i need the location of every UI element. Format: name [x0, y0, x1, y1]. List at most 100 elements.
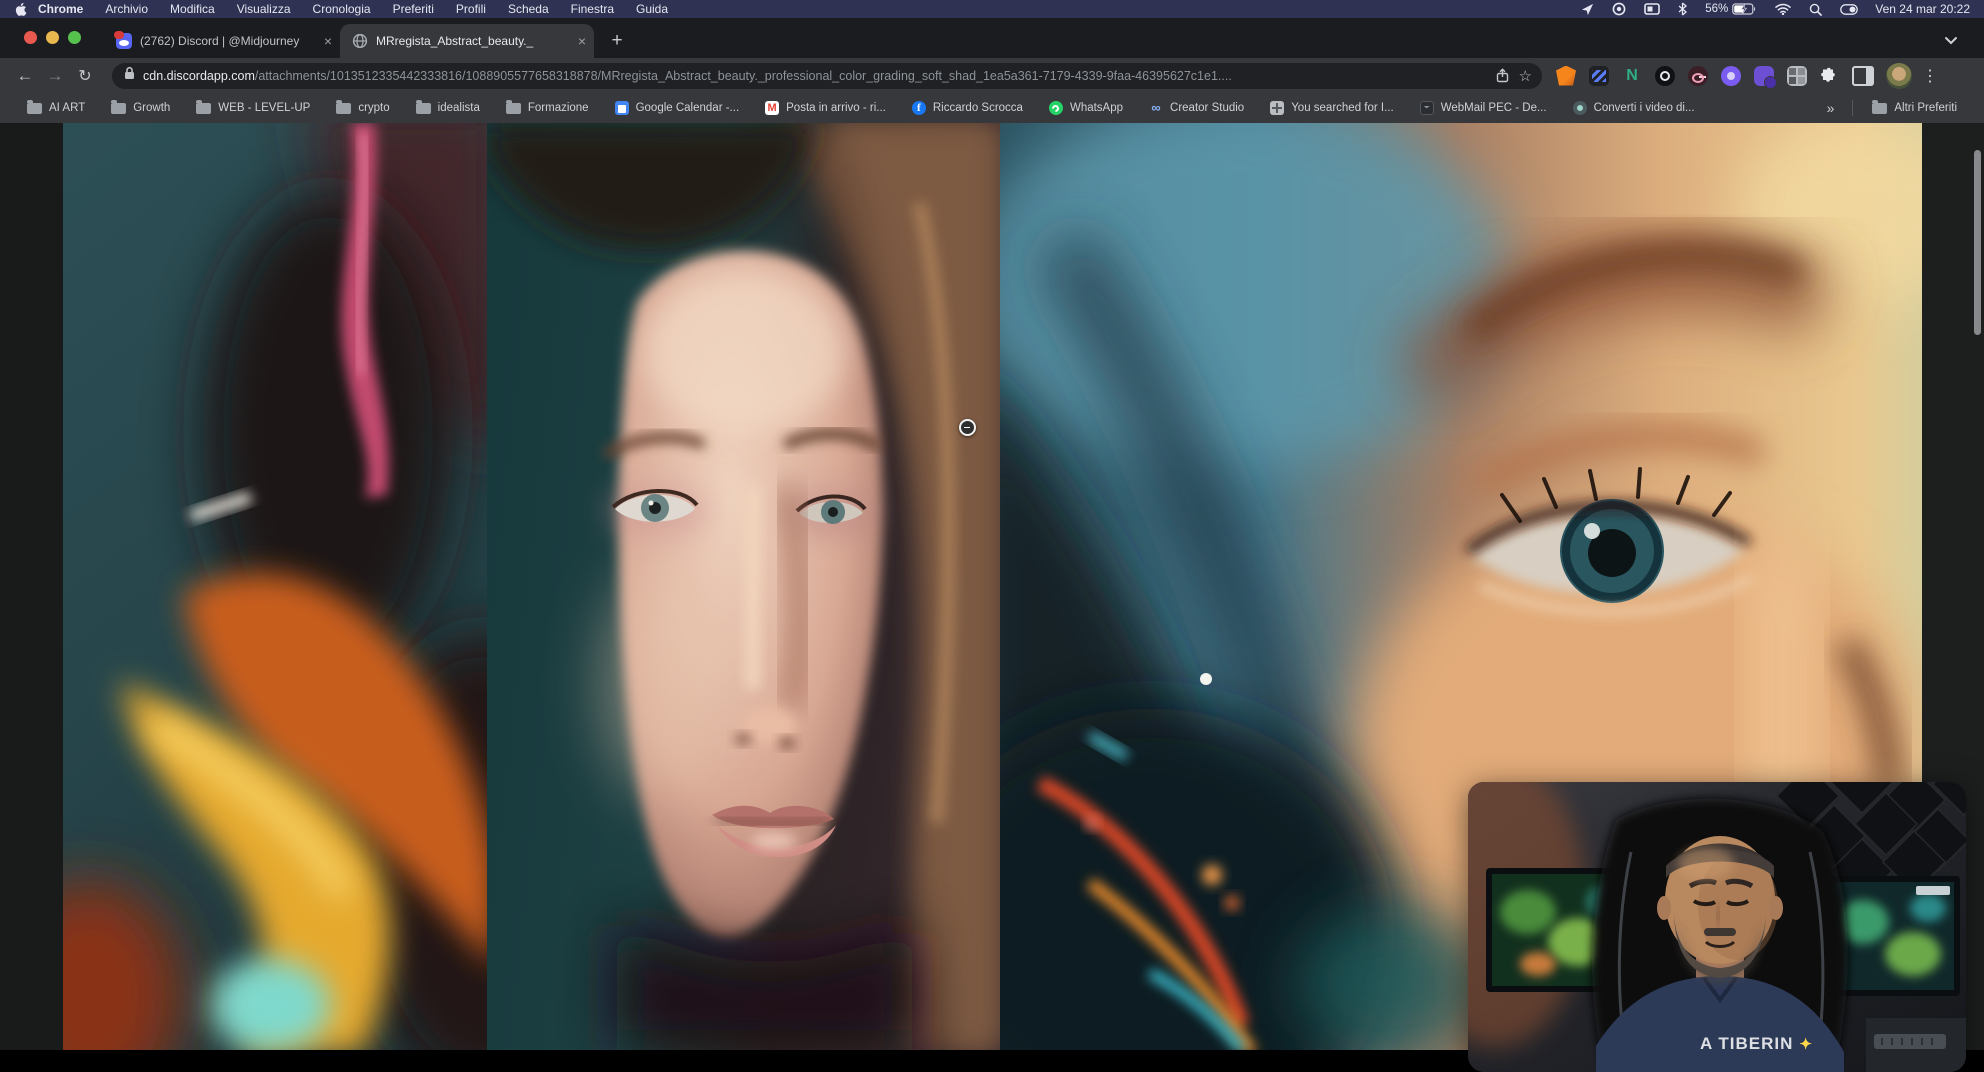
tab-discord[interactable]: (2762) Discord | @Midjourney × — [104, 24, 340, 58]
menubar-clock[interactable]: Ven 24 mar 20:22 — [1867, 2, 1984, 16]
folder-icon — [27, 103, 42, 114]
macos-menu-bar: Chrome Archivio Modifica Visualizza Cron… — [0, 0, 1984, 18]
bookmark-facebook-profile[interactable]: f Riccardo Scrocca — [899, 101, 1036, 115]
blue-waves-extension-icon[interactable] — [1589, 66, 1609, 86]
bookmark-label: Converti i video di... — [1594, 102, 1695, 114]
bookmark-label: Growth — [133, 102, 170, 114]
webcam-overlay: A TIBERIN ✦ — [1468, 782, 1966, 1072]
menu-scheda[interactable]: Scheda — [497, 2, 560, 16]
metamask-fox-icon[interactable] — [1556, 66, 1576, 86]
bookmark-label: AI ART — [49, 102, 85, 114]
black-circle-extension-icon[interactable] — [1655, 66, 1675, 86]
webcam-video-frame — [1468, 782, 1966, 1072]
artwork-panel-abstract — [63, 123, 487, 1050]
whatsapp-icon — [1049, 101, 1063, 115]
bw-grid-extension-icon[interactable] — [1787, 66, 1807, 86]
bookmark-label: crypto — [358, 102, 389, 114]
share-icon[interactable] — [1496, 68, 1509, 83]
bookmark-label: Riccardo Scrocca — [933, 102, 1023, 114]
watermark-partial: A TIBERIN ✦ — [1700, 1034, 1813, 1054]
extensions-puzzle-icon[interactable] — [1820, 67, 1838, 85]
bookmark-google-calendar[interactable]: Google Calendar -... — [602, 101, 753, 115]
watermark-text: A TIBERIN — [1700, 1034, 1793, 1054]
bluetooth-icon[interactable] — [1669, 0, 1696, 18]
bookmark-video-converter[interactable]: Converti i video di... — [1560, 101, 1708, 115]
chrome-toolbar: ← → ↻ cdn.discordapp.com/attachments/101… — [0, 58, 1984, 93]
close-tab-icon[interactable]: × — [576, 33, 594, 49]
bookmark-creator-studio[interactable]: ∞Creator Studio — [1136, 101, 1257, 115]
fullscreen-window-button[interactable] — [68, 31, 81, 44]
watermark-spark-icon: ✦ — [1799, 1035, 1813, 1053]
display-icon[interactable] — [1635, 0, 1669, 18]
grid-icon — [1270, 101, 1284, 115]
menu-modifica[interactable]: Modifica — [159, 2, 226, 16]
bookmark-label: WebMail PEC - De... — [1441, 102, 1547, 114]
bookmark-label: Altri Preferiti — [1894, 102, 1957, 114]
menu-cronologia[interactable]: Cronologia — [302, 2, 382, 16]
folder-icon — [111, 103, 126, 114]
meta-icon: ∞ — [1149, 101, 1163, 115]
tab-title: (2762) Discord | @Midjourney — [140, 34, 316, 48]
side-panel-icon[interactable] — [1852, 66, 1874, 86]
bookmark-folder-crypto[interactable]: crypto — [323, 102, 402, 114]
bookmark-folder-idealista[interactable]: idealista — [403, 102, 493, 114]
tab-search-chevron-icon[interactable] — [1944, 32, 1958, 50]
folder-icon — [506, 103, 521, 114]
reload-button[interactable]: ↻ — [70, 66, 100, 86]
green-n-extension-icon[interactable]: N — [1622, 66, 1642, 86]
menu-visualizza[interactable]: Visualizza — [226, 2, 302, 16]
new-tab-button[interactable]: + — [606, 30, 628, 52]
bookmark-star-icon[interactable]: ☆ — [1519, 67, 1532, 85]
bookmark-whatsapp[interactable]: WhatsApp — [1036, 101, 1136, 115]
lock-icon[interactable] — [124, 66, 135, 85]
bookmark-folder-formazione[interactable]: Formazione — [493, 102, 602, 114]
menubar-status-area: 56% Ven 24 mar 20:22 — [1572, 0, 1984, 18]
wifi-icon[interactable] — [1766, 0, 1800, 18]
menu-archivio[interactable]: Archivio — [94, 2, 159, 16]
apple-menu-icon[interactable] — [14, 2, 27, 17]
tab-image-active[interactable]: MRregista_Abstract_beauty._ × — [340, 24, 594, 58]
screen-record-icon[interactable] — [1603, 0, 1635, 18]
user-switch-icon[interactable] — [1831, 0, 1867, 18]
desk-keyboard — [1866, 1018, 1966, 1072]
battery-indicator[interactable]: 56% — [1696, 0, 1766, 18]
menu-guida[interactable]: Guida — [625, 2, 679, 16]
bookmarks-overflow-chevron[interactable]: » — [1815, 100, 1847, 116]
menu-chrome[interactable]: Chrome — [27, 2, 94, 16]
minimize-window-button[interactable] — [46, 31, 59, 44]
facebook-icon: f — [912, 101, 926, 115]
address-bar[interactable]: cdn.discordapp.com/attachments/101351233… — [112, 63, 1542, 89]
page-scrollbar-thumb[interactable] — [1974, 150, 1981, 335]
bookmark-folder-ai-art[interactable]: AI ART — [14, 102, 98, 114]
close-window-button[interactable] — [24, 31, 37, 44]
other-favorites-folder[interactable]: Altri Preferiti — [1859, 102, 1970, 114]
calendar-icon — [615, 101, 629, 115]
bookmark-webmail-pec[interactable]: WebMail PEC - De... — [1407, 101, 1560, 115]
pink-key-extension-icon[interactable] — [1688, 66, 1708, 86]
bookmark-you-searched[interactable]: You searched for I... — [1257, 101, 1407, 115]
bookmark-label: Posta in arrivo - ri... — [786, 102, 886, 114]
chrome-menu-icon[interactable]: ⋮ — [1922, 66, 1938, 86]
folder-icon — [1872, 103, 1887, 114]
back-button[interactable]: ← — [10, 66, 40, 86]
menu-finestra[interactable]: Finestra — [560, 2, 625, 16]
menu-profili[interactable]: Profili — [445, 2, 497, 16]
forward-button[interactable]: → — [40, 66, 70, 86]
close-tab-icon[interactable]: × — [322, 33, 340, 49]
folder-icon — [336, 103, 351, 114]
purple-stack-badge-extension-icon[interactable] — [1754, 66, 1774, 86]
bookmarks-bar: AI ART Growth WEB - LEVEL-UP crypto idea… — [0, 93, 1984, 123]
purple-circle-extension-icon[interactable] — [1721, 66, 1741, 86]
bookmark-folder-growth[interactable]: Growth — [98, 102, 183, 114]
bookmark-label: idealista — [438, 102, 480, 114]
menu-preferiti[interactable]: Preferiti — [382, 2, 445, 16]
page-margin-left — [0, 123, 63, 1050]
bookmark-label: Google Calendar -... — [636, 102, 740, 114]
spotlight-search-icon[interactable] — [1800, 0, 1831, 18]
profile-avatar[interactable] — [1886, 63, 1912, 89]
extensions-row: N — [1556, 66, 1838, 86]
bookmark-gmail-inbox[interactable]: MPosta in arrivo - ri... — [752, 101, 899, 115]
window-controls — [24, 31, 81, 44]
location-arrow-icon[interactable] — [1572, 0, 1603, 18]
bookmark-folder-web-level-up[interactable]: WEB - LEVEL-UP — [183, 102, 323, 114]
